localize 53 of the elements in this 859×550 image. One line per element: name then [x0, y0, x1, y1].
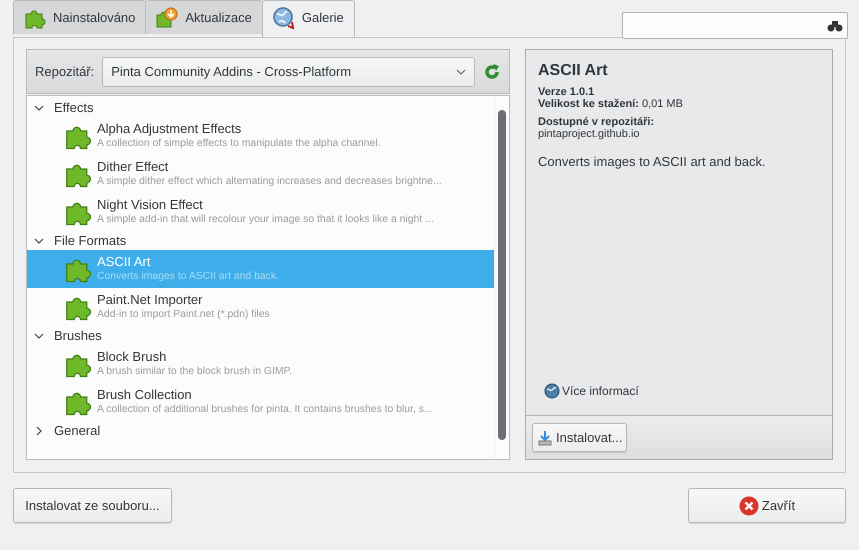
chevron-down-icon [456, 68, 466, 74]
addin-name: Alpha Adjustment Effects [97, 121, 242, 136]
addin-list-item[interactable]: Paint.Net Importer Add-in to import Paint.net (*.pdn) files [27, 288, 494, 326]
globe-icon [544, 383, 560, 399]
repository-heading: Dostupné v repozitáři: [538, 116, 656, 128]
addin-list-item[interactable]: Block Brush A brush similar to the block brush in GIMP. [27, 345, 494, 383]
addin-title: ASCII Art [538, 62, 609, 80]
repository-url: pintaproject.github.io [538, 128, 641, 140]
addin-list-item[interactable]: Night Vision Effect A simple add-in that will recolour your image so that it looks like a night ... [27, 193, 494, 231]
addin-description: A collection of simple effects to manipulate the alpha channel. [97, 137, 380, 151]
version-text: Verze 1.0.1 [538, 86, 596, 98]
addin-description: Converts images to ASCII art and back. [538, 154, 767, 169]
scrollbar[interactable] [494, 96, 509, 459]
refresh-icon[interactable] [483, 62, 501, 80]
addin-name: Brush Collection [97, 387, 193, 402]
addin-list-item[interactable]: Dither Effect A simple dither effect which alternating increases and decreases brightne... [27, 155, 494, 193]
addin-name: Block Brush [97, 349, 168, 364]
download-icon [537, 430, 553, 446]
addin-description: Converts images to ASCII art and back. [97, 270, 279, 284]
repository-label: Repozitář: [35, 64, 94, 79]
category-label[interactable]: Effects [54, 100, 94, 115]
download-size-text: Velikost ke stažení: 0,01 MB [538, 98, 684, 110]
repository-dropdown[interactable]: Pinta Community Addins - Cross-Platform [102, 56, 475, 86]
addin-description: A simple dither effect which alternating increases and decreases brightne... [97, 175, 442, 189]
puzzle-icon [155, 6, 180, 30]
install-button[interactable]: Instalovat... [532, 423, 628, 452]
addin-list-item[interactable]: Alpha Adjustment Effects A collection of simple effects to manipulate the alpha channel. [27, 117, 494, 155]
globe-icon [272, 6, 296, 30]
chevron-down-icon[interactable] [34, 102, 44, 112]
addin-name: Night Vision Effect [97, 197, 204, 212]
category-label[interactable]: File Formats [54, 233, 126, 248]
tab[interactable]: Nainstalováno [13, 0, 146, 34]
more-info-link[interactable]: Více informací [538, 383, 820, 399]
addin-name: ASCII Art [97, 254, 152, 269]
chevron-down-icon[interactable] [34, 330, 44, 340]
addin-description: A collection of additional brushes for pinta. It contains brushes to blur, s... [97, 403, 433, 417]
chevron-down-icon[interactable] [34, 236, 44, 246]
category-label[interactable]: Brushes [54, 328, 102, 343]
chevron-right-icon[interactable] [34, 426, 44, 436]
binoculars-icon [827, 20, 843, 32]
tab[interactable]: Galerie [262, 0, 355, 37]
addin-description: A brush similar to the block brush in GIMP. [97, 365, 292, 379]
addin-name: Paint.Net Importer [97, 292, 204, 307]
addin-name: Dither Effect [97, 159, 170, 174]
close-icon [738, 496, 759, 516]
addin-description: Add-in to import Paint.net (*.pdn) files [97, 308, 270, 322]
addin-description: A simple add-in that will recolour your image so that it looks like a night ... [97, 213, 434, 227]
tab[interactable]: Aktualizace [145, 0, 263, 34]
addin-list-item[interactable]: Brush Collection A collection of additional brushes for pinta. It contains brushes to blur, s... [27, 383, 494, 421]
install-from-file-button[interactable]: Instalovat ze souboru... [13, 488, 172, 523]
search-field[interactable] [622, 12, 848, 39]
category-label[interactable]: General [54, 423, 100, 438]
close-button[interactable]: Zavřít [688, 488, 846, 523]
